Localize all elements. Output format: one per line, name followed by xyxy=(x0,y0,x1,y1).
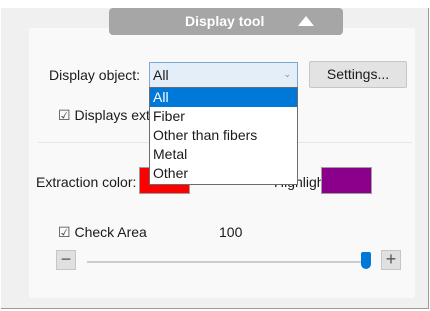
dropdown-option-fiber[interactable]: Fiber xyxy=(150,107,297,126)
minus-icon: − xyxy=(60,249,72,269)
slider-increase-button[interactable]: + xyxy=(381,250,401,270)
collapse-arrow-icon[interactable] xyxy=(298,16,314,26)
slider-decrease-button[interactable]: − xyxy=(56,250,76,270)
display-object-select[interactable]: All ⌄ xyxy=(149,62,298,88)
dropdown-option-other-than-fibers[interactable]: Other than fibers xyxy=(150,126,297,145)
displays-extra-checkbox[interactable]: ☑ Displays extra xyxy=(58,107,162,124)
check-area-slider-thumb[interactable] xyxy=(361,252,371,269)
chevron-down-icon: ⌄ xyxy=(283,69,291,79)
display-tool-header[interactable]: Display tool xyxy=(109,8,343,35)
top-strip xyxy=(0,0,430,8)
dropdown-option-all[interactable]: All xyxy=(150,88,297,107)
header-title: Display tool xyxy=(185,13,265,29)
display-object-dropdown-list[interactable]: All Fiber Other than fibers Metal Other xyxy=(149,87,298,185)
display-object-selected-value: All xyxy=(153,67,169,83)
settings-button[interactable]: Settings... xyxy=(309,61,407,88)
check-area-slider-track[interactable] xyxy=(87,261,367,263)
check-area-label: Check Area xyxy=(74,224,147,240)
plus-icon: + xyxy=(385,249,397,269)
dropdown-option-metal[interactable]: Metal xyxy=(150,145,297,164)
check-area-checkbox[interactable]: ☑ Check Area xyxy=(58,224,147,241)
check-area-value: 100 xyxy=(219,224,243,240)
highlight-color-swatch[interactable] xyxy=(321,167,372,194)
display-object-label: Display object: xyxy=(49,67,141,83)
checkbox-checked-icon: ☑ xyxy=(58,107,71,123)
extraction-color-label: Extraction color: xyxy=(36,174,137,190)
dropdown-option-other[interactable]: Other xyxy=(150,164,297,183)
checkbox-checked-icon: ☑ xyxy=(58,224,71,240)
